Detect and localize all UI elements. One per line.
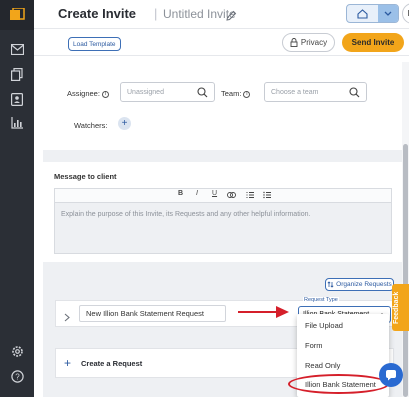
- user-avatar[interactable]: LA: [402, 3, 409, 24]
- inbox-icon[interactable]: [9, 41, 25, 57]
- numbered-list-icon[interactable]: [246, 191, 254, 201]
- editor-toolbar: B I U: [54, 188, 392, 202]
- chevron-down-icon[interactable]: [378, 5, 398, 22]
- contacts-icon[interactable]: [9, 91, 25, 107]
- message-title: Message to client: [54, 172, 117, 181]
- search-icon: [197, 87, 208, 100]
- team-label: Team: i: [221, 89, 251, 98]
- option-read-only[interactable]: Read Only: [305, 361, 340, 370]
- team-placeholder: Choose a team: [271, 88, 319, 96]
- organize-requests-button[interactable]: Organize Requests: [325, 278, 394, 291]
- assignee-select[interactable]: Unassigned: [120, 82, 215, 102]
- bullet-list-icon[interactable]: [263, 191, 271, 201]
- link-icon[interactable]: [227, 192, 236, 200]
- assignment-card: Assignee: i Unassigned Team: i Choose a te…: [43, 62, 402, 150]
- invite-name[interactable]: Untitled Invite: [163, 7, 236, 21]
- page-header: Create Invite | Untitled Invite LA: [34, 0, 409, 28]
- plus-icon: +: [64, 356, 72, 370]
- load-template-button[interactable]: Load Template: [68, 37, 121, 51]
- add-watcher-button[interactable]: +: [118, 117, 131, 130]
- reports-icon[interactable]: [9, 115, 25, 131]
- request-type-label: Request Type: [303, 297, 339, 303]
- app-logo-icon[interactable]: [0, 0, 34, 30]
- chevron-right-icon[interactable]: [64, 309, 70, 327]
- title-separator: |: [154, 6, 158, 21]
- team-select[interactable]: Choose a team: [264, 82, 367, 102]
- home-icon[interactable]: [347, 5, 378, 22]
- option-form[interactable]: Form: [305, 341, 323, 350]
- sort-icon: [327, 281, 334, 288]
- message-placeholder: Explain the purpose of this Invite, its …: [61, 211, 311, 218]
- left-sidebar: ?: [0, 0, 34, 397]
- create-request-label: Create a Request: [81, 359, 143, 368]
- info-icon: i: [243, 90, 251, 98]
- message-card: Message to client B I U Explain the purp…: [43, 162, 402, 262]
- feedback-label: Feedback: [393, 291, 400, 324]
- underline-button[interactable]: U: [212, 190, 217, 197]
- help-icon[interactable]: ?: [9, 368, 25, 384]
- lock-icon: [290, 38, 298, 47]
- info-icon: i: [101, 90, 109, 98]
- home-split-button[interactable]: [346, 4, 399, 23]
- message-textarea[interactable]: Explain the purpose of this Invite, its …: [54, 202, 392, 254]
- privacy-button[interactable]: Privacy: [282, 33, 335, 52]
- send-invite-button[interactable]: Send Invite: [342, 33, 404, 52]
- toolbar: Load Template Privacy Send Invite: [34, 28, 409, 56]
- assignee-label: Assignee: i: [67, 89, 109, 98]
- request-name-input[interactable]: New Illion Bank Statement Request: [79, 305, 226, 322]
- annotation-arrow: [238, 306, 289, 318]
- italic-button[interactable]: I: [196, 190, 198, 197]
- settings-gear-icon[interactable]: [9, 343, 25, 359]
- annotation-circle: [288, 374, 389, 394]
- bold-button[interactable]: B: [178, 190, 183, 197]
- page-title: Create Invite: [58, 6, 137, 21]
- scrollbar-thumb[interactable]: [403, 144, 408, 397]
- watchers-label: Watchers:: [74, 121, 108, 130]
- svg-text:?: ?: [15, 372, 20, 381]
- edit-pencil-icon[interactable]: [226, 8, 237, 26]
- organize-requests-label: Organize Requests: [336, 281, 392, 288]
- copy-icon[interactable]: [9, 66, 25, 82]
- option-file-upload[interactable]: File Upload: [305, 321, 343, 330]
- chat-icon[interactable]: [379, 363, 403, 387]
- feedback-tab[interactable]: Feedback: [392, 284, 409, 331]
- privacy-label: Privacy: [300, 38, 328, 47]
- search-icon: [349, 87, 360, 100]
- assignee-placeholder: Unassigned: [127, 88, 164, 96]
